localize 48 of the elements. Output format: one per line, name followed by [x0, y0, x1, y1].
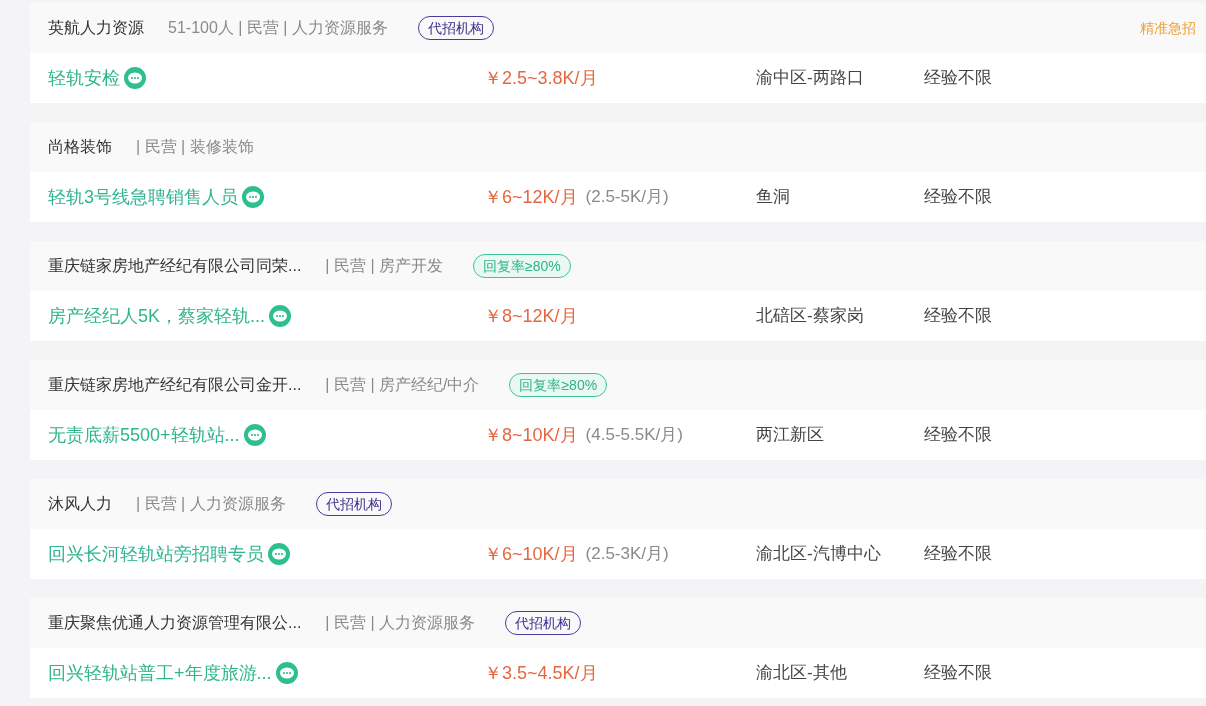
salary: ￥2.5~3.8K/月 — [484, 66, 598, 90]
company-info: 51-100人 | 民营 | 人力资源服务 — [168, 18, 388, 38]
chat-icon[interactable] — [243, 424, 266, 446]
company-name: 英航人力资源 — [48, 18, 144, 38]
company-name: 重庆聚焦优通人力资源管理有限公... — [48, 613, 302, 633]
job-location: 北碚区-蔡家岗 — [756, 305, 865, 328]
job-location: 渝北区-汽博中心 — [756, 543, 882, 566]
experience: 经验不限 — [924, 186, 992, 209]
job-title-link[interactable]: 轻轨3号线急聘销售人员 — [48, 183, 238, 211]
company-info: | 民营 | 房产经纪/中介 — [325, 375, 480, 395]
job-title-link[interactable]: 轻轨安检 — [48, 64, 120, 92]
tag-badge: 回复率≥80% — [509, 373, 608, 397]
job-title-link[interactable]: 房产经纪人5K，蔡家轻轨... — [48, 302, 266, 330]
job-title-link[interactable]: 回兴轻轨站普工+年度旅游... — [48, 659, 272, 687]
job-location: 渝北区-其他 — [756, 662, 848, 685]
salary: ￥8~10K/月 — [484, 423, 578, 447]
chat-icon[interactable] — [269, 305, 292, 327]
salary: ￥8~12K/月 — [484, 304, 578, 328]
salary-note: (2.5-5K/月) — [585, 186, 669, 209]
chat-icon[interactable] — [268, 543, 290, 565]
company-name: 沐风人力 — [48, 494, 112, 514]
experience: 经验不限 — [924, 305, 992, 328]
chat-icon[interactable] — [124, 67, 146, 89]
urgent-label: 精准急招 — [1140, 18, 1196, 38]
company-info: | 民营 | 装修装饰 — [136, 137, 254, 157]
job-location: 两江新区 — [756, 424, 825, 447]
company-info: | 民营 | 人力资源服务 — [325, 613, 475, 633]
salary: ￥3.5~4.5K/月 — [484, 661, 598, 685]
experience: 经验不限 — [924, 67, 992, 90]
job-title-link[interactable]: 无责底薪5500+轻轨站... — [48, 421, 240, 449]
company-info: | 民营 | 房产开发 — [325, 256, 443, 276]
job-location: 渝中区-两路口 — [756, 67, 865, 90]
experience: 经验不限 — [924, 662, 992, 685]
company-name: 尚格装饰 — [48, 137, 112, 157]
salary: ￥6~10K/月 — [484, 542, 578, 566]
company-name: 重庆链家房地产经纪有限公司金开... — [48, 375, 302, 395]
experience: 经验不限 — [924, 424, 992, 447]
salary: ￥6~12K/月 — [484, 185, 578, 209]
experience: 经验不限 — [924, 543, 992, 566]
chat-icon[interactable] — [275, 662, 298, 684]
salary-note: (2.5-3K/月) — [585, 543, 669, 566]
company-name: 重庆链家房地产经纪有限公司同荣... — [48, 256, 302, 276]
job-title-link[interactable]: 回兴长河轻轨站旁招聘专员 — [48, 540, 264, 568]
company-info: | 民营 | 人力资源服务 — [136, 494, 286, 514]
job-location: 鱼洞 — [756, 186, 791, 209]
chat-icon[interactable] — [242, 186, 264, 208]
tag-badge: 回复率≥80% — [473, 254, 571, 278]
salary-note: (4.5-5.5K/月) — [585, 424, 683, 447]
